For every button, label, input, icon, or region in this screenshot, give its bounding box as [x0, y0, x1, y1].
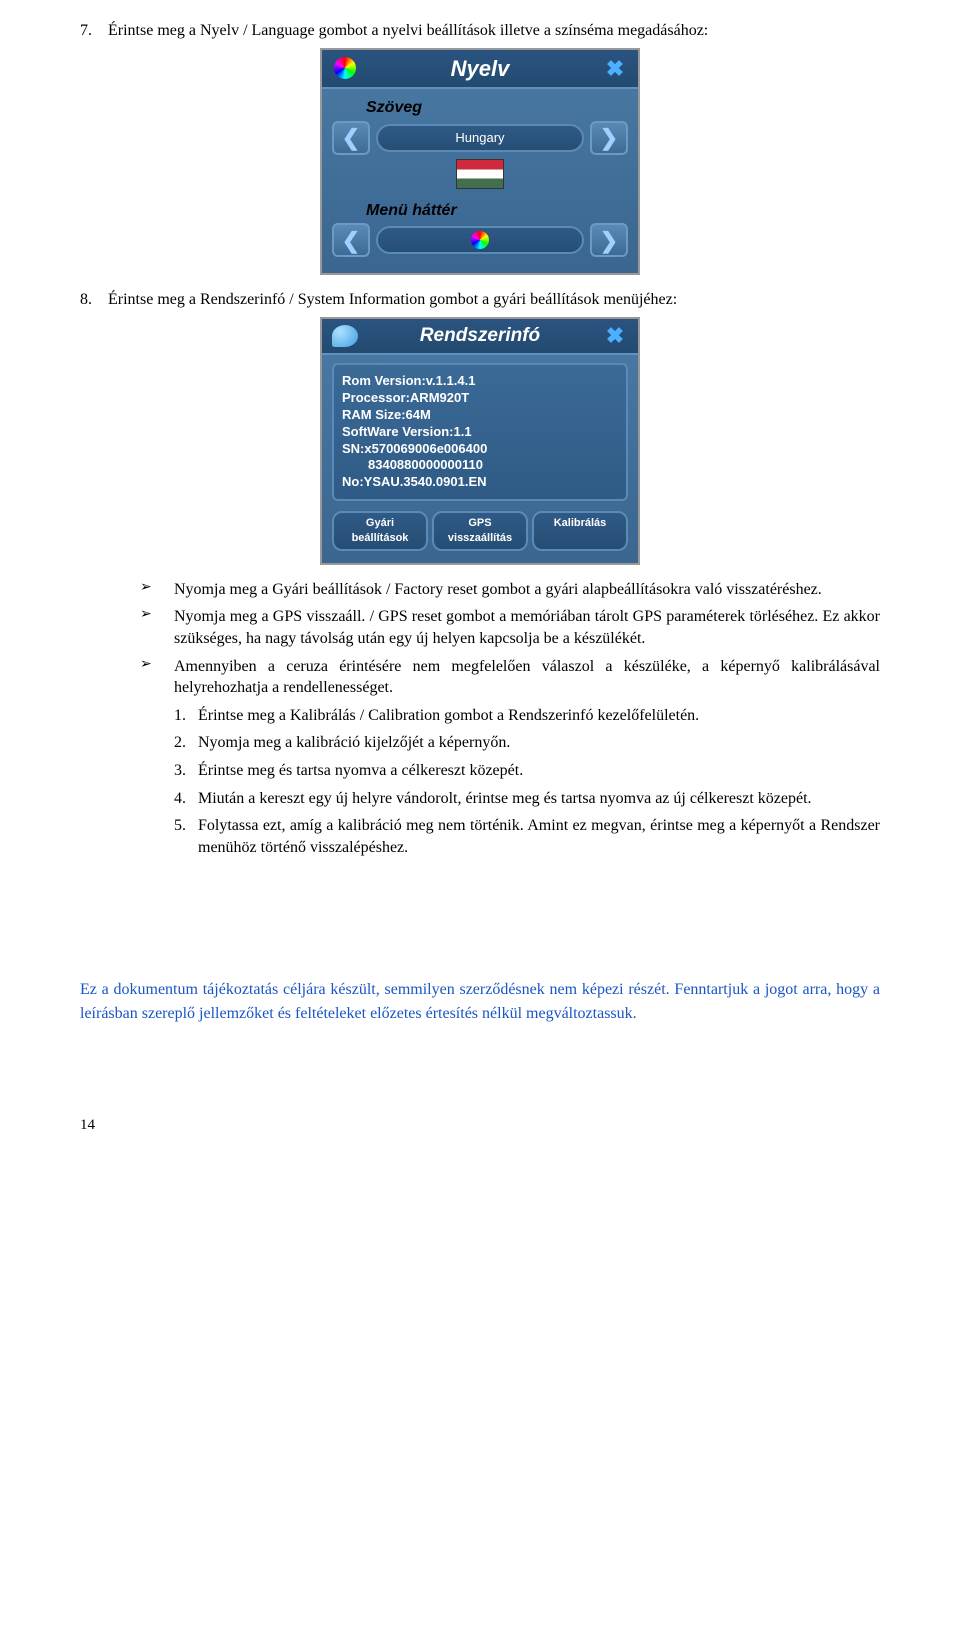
arrow-bullet-icon: ➢	[140, 606, 174, 649]
info-line: 8340880000000110	[342, 457, 618, 474]
item-text: Érintse meg a Nyelv / Language gombot a …	[108, 20, 880, 42]
bullet-item: ➢ Nyomja meg a GPS visszaáll. / GPS rese…	[140, 606, 880, 649]
info-line: No:YSAU.3540.0901.EN	[342, 474, 618, 491]
sub-number: 1.	[174, 705, 198, 727]
rendszerinfo-titlebar: Rendszerinfó ✖	[322, 319, 638, 355]
sub-text: Érintse meg a Kalibrálás / Calibration g…	[198, 705, 880, 727]
bullet-item: ➢ Nyomja meg a Gyári beállítások / Facto…	[140, 579, 880, 601]
rendszerinfo-screenshot: Rendszerinfó ✖ Rom Version:v.1.1.4.1 Pro…	[80, 317, 880, 565]
sub-number: 4.	[174, 788, 198, 810]
speech-bubble-icon[interactable]	[330, 323, 360, 349]
close-icon[interactable]: ✖	[600, 323, 630, 349]
sub-text: Nyomja meg a kalibráció kijelzőjét a kép…	[198, 732, 880, 754]
sub-item: 2. Nyomja meg a kalibráció kijelzőjét a …	[174, 732, 880, 754]
nyelv-screenshot: Nyelv ✖ Szöveg ❮ Hungary ❯ Menü háttér ❮…	[80, 48, 880, 276]
prev-arrow-icon[interactable]: ❮	[332, 223, 370, 257]
arrow-bullet-icon: ➢	[140, 579, 174, 601]
bullet-text: Nyomja meg a Gyári beállítások / Factory…	[174, 579, 880, 601]
bullet-item: ➢ Amennyiben a ceruza érintésére nem meg…	[140, 656, 880, 699]
sub-item: 1. Érintse meg a Kalibrálás / Calibratio…	[174, 705, 880, 727]
szoveg-label: Szöveg	[366, 97, 628, 119]
sub-number: 2.	[174, 732, 198, 754]
next-arrow-icon[interactable]: ❯	[590, 223, 628, 257]
factory-reset-button[interactable]: Gyári beállítások	[332, 511, 428, 551]
system-info-box: Rom Version:v.1.1.4.1 Processor:ARM920T …	[332, 363, 628, 501]
sub-item: 4. Miután a kereszt egy új helyre vándor…	[174, 788, 880, 810]
item-text: Érintse meg a Rendszerinfó / System Info…	[108, 289, 880, 311]
item-number: 7.	[80, 20, 108, 42]
sub-text: Érintse meg és tartsa nyomva a célkeresz…	[198, 760, 880, 782]
rendszerinfo-title: Rendszerinfó	[360, 323, 600, 349]
bullet-text: Amennyiben a ceruza érintésére nem megfe…	[174, 656, 880, 699]
prev-arrow-icon[interactable]: ❮	[332, 121, 370, 155]
info-line: Processor:ARM920T	[342, 390, 618, 407]
hungary-flag-icon	[332, 159, 628, 194]
hatter-label: Menü háttér	[366, 200, 628, 222]
list-item-8: 8. Érintse meg a Rendszerinfó / System I…	[80, 289, 880, 311]
info-line: Rom Version:v.1.1.4.1	[342, 373, 618, 390]
list-item-7: 7. Érintse meg a Nyelv / Language gombot…	[80, 20, 880, 42]
info-line: SN:x570069006e006400	[342, 441, 618, 458]
sub-list: 1. Érintse meg a Kalibrálás / Calibratio…	[174, 705, 880, 859]
sub-text: Folytassa ezt, amíg a kalibráció meg nem…	[198, 815, 880, 858]
szoveg-value: Hungary	[376, 124, 584, 152]
hatter-value	[376, 226, 584, 254]
item-number: 8.	[80, 289, 108, 311]
page-number: 14	[80, 1115, 880, 1135]
nyelv-titlebar: Nyelv ✖	[322, 50, 638, 90]
sub-number: 5.	[174, 815, 198, 858]
info-line: RAM Size:64M	[342, 407, 618, 424]
disclaimer-text: Ez a dokumentum tájékoztatás céljára kés…	[80, 978, 880, 1024]
next-arrow-icon[interactable]: ❯	[590, 121, 628, 155]
info-line: SoftWare Version:1.1	[342, 424, 618, 441]
sub-number: 3.	[174, 760, 198, 782]
calibration-button[interactable]: Kalibrálás	[532, 511, 628, 551]
sub-item: 5. Folytassa ezt, amíg a kalibráció meg …	[174, 815, 880, 858]
nyelv-title: Nyelv	[360, 54, 600, 84]
bullet-text: Nyomja meg a GPS visszaáll. / GPS reset …	[174, 606, 880, 649]
close-icon[interactable]: ✖	[600, 55, 630, 81]
bullet-list: ➢ Nyomja meg a Gyári beállítások / Facto…	[140, 579, 880, 699]
colorwheel-icon[interactable]	[330, 55, 360, 81]
sub-text: Miután a kereszt egy új helyre vándorolt…	[198, 788, 880, 810]
sub-item: 3. Érintse meg és tartsa nyomva a célker…	[174, 760, 880, 782]
arrow-bullet-icon: ➢	[140, 656, 174, 699]
gps-reset-button[interactable]: GPS visszaállítás	[432, 511, 528, 551]
